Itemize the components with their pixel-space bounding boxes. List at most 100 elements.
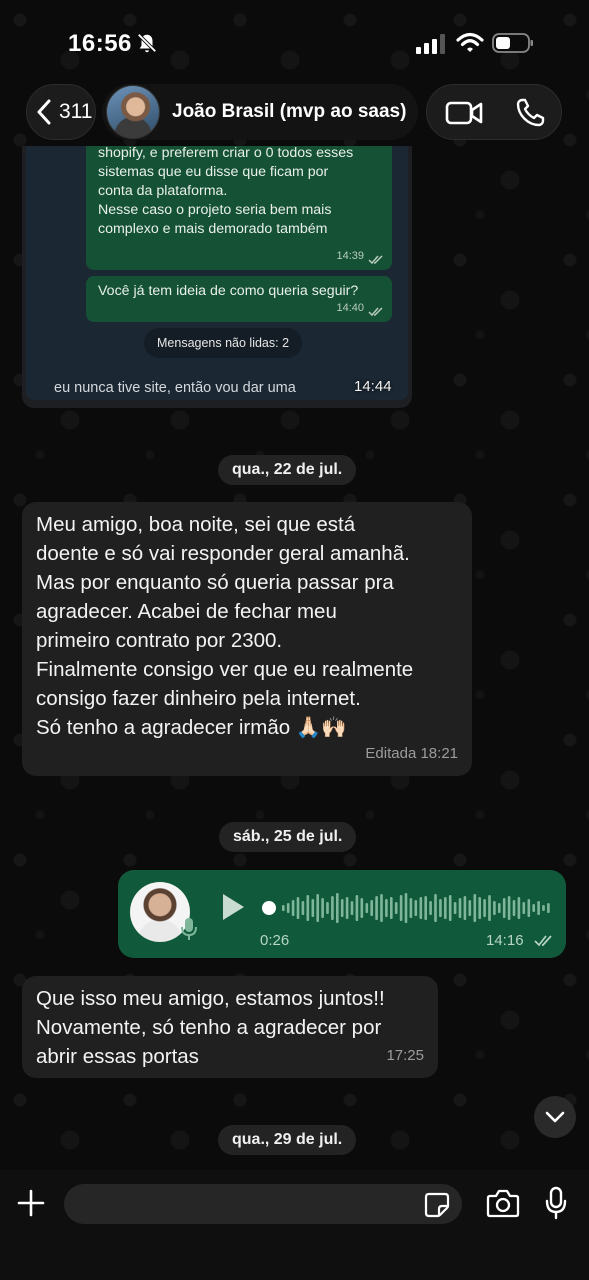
date-separator: qua., 22 de jul.: [218, 455, 357, 485]
waveform-bar: [478, 897, 481, 919]
voice-message-time: 14:16: [486, 932, 524, 949]
double-check-icon: [534, 935, 552, 947]
waveform-bar: [453, 902, 457, 914]
unread-messages-pill: Mensagens não lidas: 2: [144, 328, 303, 358]
phone-icon[interactable]: [515, 98, 545, 128]
message-text-line: consigo fazer dinheiro pela internet.: [36, 687, 361, 710]
screenshot-bubble-time: 14:40: [336, 302, 364, 314]
screenshot-bottom-text: eu nunca tive site, então vou dar uma: [54, 380, 296, 396]
date-separator: qua., 29 de jul.: [218, 1125, 357, 1155]
waveform-bar: [419, 897, 423, 919]
waveform-bar: [414, 900, 418, 916]
message-text-line: Finalmente consigo ver que eu realmente: [36, 658, 414, 681]
signal-icon: [416, 34, 445, 54]
waveform-bar: [306, 895, 310, 921]
message-text-line: abrir essas portas: [36, 1045, 199, 1068]
waveform-bar: [483, 899, 486, 917]
incoming-message[interactable]: Meu amigo, boa noite, sei que está doent…: [22, 502, 472, 776]
screenshot-bubble: Você já tem ideia de como queria seguir?…: [86, 276, 392, 322]
waveform[interactable]: [262, 888, 552, 928]
waveform-bar: [448, 895, 452, 921]
waveform-bar: [316, 894, 319, 922]
waveform-bar: [424, 896, 427, 920]
waveform-bar: [502, 898, 506, 918]
waveform-bar: [537, 901, 540, 915]
contact-avatar: [106, 85, 160, 139]
camera-icon[interactable]: [486, 1188, 520, 1218]
waveform-scrubber: [262, 901, 276, 915]
waveform-bar: [463, 896, 467, 920]
voice-duration: 0:26: [260, 932, 290, 949]
image-message-time: 14:44: [354, 378, 392, 395]
message-text-line: Só tenho a agradecer irmão 🙏🏻🙌🏻: [36, 716, 347, 739]
video-camera-icon[interactable]: [445, 99, 483, 127]
screenshot-bubble-time: 14:39: [336, 250, 364, 262]
waveform-bar: [311, 899, 315, 917]
incoming-message[interactable]: Que isso meu amigo, estamos juntos!! Nov…: [22, 976, 438, 1078]
play-icon[interactable]: [220, 892, 246, 922]
status-time: 16:56: [68, 30, 132, 57]
waveform-bar: [286, 903, 290, 913]
mic-icon: [181, 918, 197, 940]
waveform-bar: [488, 895, 491, 921]
screenshot-text-line: complexo e mais demorado também: [98, 221, 328, 237]
waveform-bar: [301, 901, 305, 915]
message-text-line: agradecer. Acabei de fechar meu: [36, 600, 337, 623]
battery-icon: [492, 33, 533, 53]
waveform-bar: [399, 895, 403, 921]
waveform-bar: [473, 894, 477, 922]
chat-header: 311 João Brasil (mvp ao saas): [0, 82, 589, 144]
waveform-bar: [439, 899, 442, 917]
waveform-bar: [375, 896, 378, 920]
voice-message[interactable]: 0:26 14:16: [118, 870, 566, 958]
waveform-bar: [394, 902, 398, 914]
message-text-line: Que isso meu amigo, estamos juntos!!: [36, 987, 385, 1010]
screenshot-text-line: conta da plataforma.: [98, 183, 228, 199]
scroll-to-bottom-button[interactable]: [534, 1096, 576, 1138]
waveform-bar: [355, 895, 359, 921]
waveform-bar: [360, 898, 364, 918]
waveform-bar: [444, 897, 447, 919]
waveform-bar: [527, 899, 531, 917]
waveform-bar: [522, 902, 526, 914]
waveform-bar: [321, 898, 324, 918]
waveform-bar: [340, 899, 344, 917]
back-button[interactable]: 311: [26, 84, 96, 140]
plus-icon[interactable]: [16, 1188, 46, 1218]
call-actions: [426, 84, 562, 140]
message-text-line: Mas por enquanto só queria passar pra: [36, 571, 394, 594]
waveform-bar: [493, 901, 496, 915]
waveform-bar: [345, 897, 349, 919]
waveform-bar: [498, 903, 501, 913]
waveform-bar: [385, 899, 388, 917]
image-message[interactable]: shopify, e preferem criar o 0 todos esse…: [22, 146, 412, 408]
sticker-icon[interactable]: [424, 1192, 450, 1218]
screenshot-text-line: shopify, e preferem criar o 0 todos esse…: [98, 146, 354, 161]
screenshot-image: shopify, e preferem criar o 0 todos esse…: [26, 146, 408, 400]
contact-name: João Brasil (mvp ao saas): [172, 101, 407, 122]
message-text-line: primeiro contrato por 2300.: [36, 629, 283, 652]
message-input[interactable]: [64, 1184, 462, 1224]
double-check-icon: [368, 307, 383, 317]
waveform-bar: [370, 900, 373, 916]
double-check-icon: [368, 255, 383, 265]
contact-info-button[interactable]: João Brasil (mvp ao saas): [102, 84, 418, 140]
bell-slash-icon: [137, 33, 157, 53]
waveform-bar: [458, 898, 462, 918]
date-separator: sáb., 25 de jul.: [219, 822, 357, 852]
waveform-bar: [512, 900, 516, 916]
waveform-bar: [365, 903, 369, 913]
waveform-bar: [326, 902, 329, 914]
status-bar: 16:56: [0, 0, 589, 80]
waveform-bar: [350, 901, 354, 915]
mic-icon[interactable]: [544, 1186, 568, 1220]
screenshot-bubble: shopify, e preferem criar o 0 todos esse…: [86, 146, 392, 270]
waveform-bar: [542, 905, 545, 911]
waveform-bar: [517, 897, 521, 919]
waveform-bar: [404, 893, 408, 923]
waveform-bar: [380, 894, 383, 922]
screenshot-text-line: sistemas que eu disse que ficam por: [98, 164, 329, 180]
waveform-bar: [507, 896, 511, 920]
message-meta: Editada 18:21: [365, 745, 458, 762]
message-text-line: doente e só vai responder geral amanhã.: [36, 542, 410, 565]
